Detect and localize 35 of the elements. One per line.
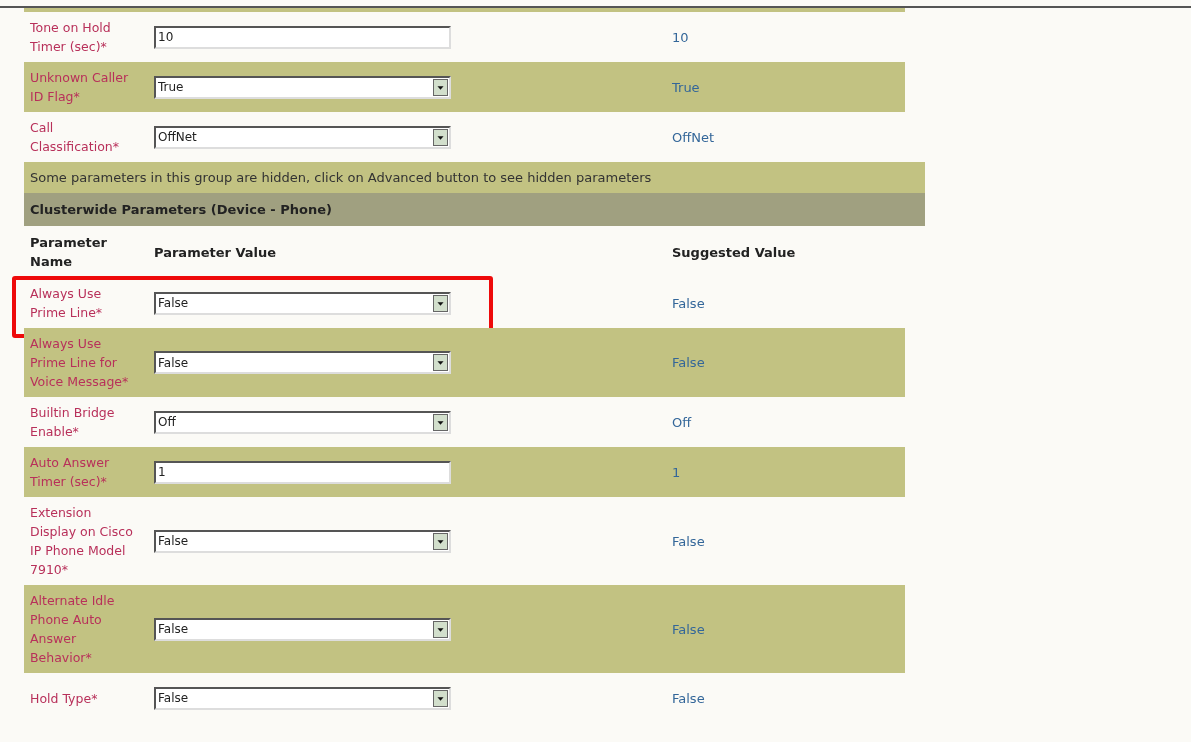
dropdown[interactable]: False bbox=[154, 351, 451, 374]
parameter-name: Tone on Hold Timer (sec)* bbox=[29, 19, 112, 56]
parameter-name: Unknown Caller ID Flag* bbox=[29, 69, 130, 106]
parameter-name: Extension Display on Cisco IP Phone Model 7910* bbox=[29, 504, 134, 579]
parameter-name: Always Use Prime Line for Voice Message* bbox=[29, 335, 130, 391]
dropdown[interactable]: False bbox=[154, 529, 451, 553]
column-header: Suggested Value bbox=[672, 243, 796, 262]
section-title: Clusterwide Parameters (Device - Phone) bbox=[24, 193, 925, 226]
dropdown[interactable]: False bbox=[154, 617, 451, 641]
suggested-value: Off bbox=[672, 414, 692, 430]
text-field[interactable]: 1 bbox=[154, 460, 451, 484]
suggested-value: False bbox=[672, 690, 705, 706]
suggested-value: OffNet bbox=[672, 129, 714, 145]
hidden-parameters-notice: Some parameters in this group are hidden, click on Advanced button to see hidden parameters bbox=[24, 162, 925, 193]
parameter-name: Call Classification* bbox=[29, 119, 120, 156]
column-header: Parameter Value bbox=[154, 243, 278, 262]
parameter-name: Builtin Bridge Enable* bbox=[29, 404, 116, 441]
suggested-value: True bbox=[672, 79, 700, 95]
column-header: Parameter Name bbox=[29, 234, 108, 271]
parameter-name: Auto Answer Timer (sec)* bbox=[29, 454, 111, 491]
suggested-value: False bbox=[672, 621, 705, 637]
dropdown[interactable]: Off bbox=[154, 410, 451, 434]
text-field[interactable]: 10 bbox=[154, 25, 451, 49]
suggested-value: 1 bbox=[672, 464, 681, 480]
parameter-name: Alternate Idle Phone Auto Answer Behavior* bbox=[29, 592, 116, 667]
suggested-value: False bbox=[672, 533, 705, 549]
suggested-value: 10 bbox=[672, 29, 689, 45]
dropdown[interactable]: OffNet bbox=[154, 125, 451, 149]
suggested-value: False bbox=[672, 355, 705, 370]
dropdown[interactable]: False bbox=[154, 291, 451, 315]
parameter-name: Hold Type* bbox=[29, 689, 99, 708]
suggested-value: False bbox=[672, 295, 705, 311]
dropdown[interactable]: True bbox=[154, 75, 451, 99]
parameter-name: Always Use Prime Line* bbox=[29, 285, 104, 322]
dropdown[interactable]: False bbox=[154, 686, 451, 710]
